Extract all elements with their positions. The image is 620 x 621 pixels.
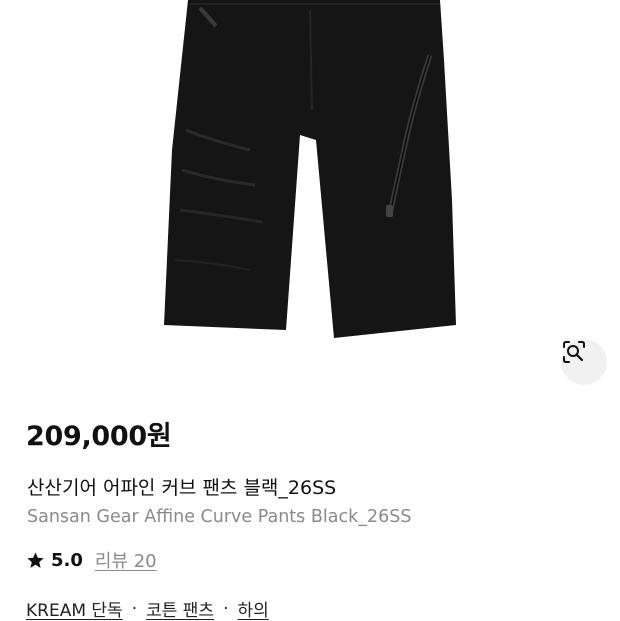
category-tags: KREAM 단독 · 코튼 팬츠 · 하의 [26, 596, 269, 621]
tag-cotton-pants[interactable]: 코튼 팬츠 [146, 596, 214, 621]
product-price: 209,000원 [26, 421, 172, 452]
product-image[interactable] [0, 0, 620, 390]
rating-row: 5.0 리뷰 20 [26, 547, 157, 573]
review-count-link[interactable]: 리뷰 20 [95, 547, 157, 573]
product-name-korean: 산산기어 어파인 커브 팬츠 블랙_26SS [27, 477, 337, 499]
product-name-english: Sansan Gear Affine Curve Pants Black_26S… [27, 507, 412, 527]
pants-illustration [164, 0, 456, 338]
tag-separator: · [223, 598, 229, 619]
tag-separator: · [131, 598, 138, 619]
tag-kream-exclusive[interactable]: KREAM 단독 [26, 596, 123, 621]
star-icon [27, 551, 44, 568]
image-search-icon [563, 341, 585, 363]
tag-bottoms[interactable]: 하의 [237, 596, 268, 621]
image-search-button[interactable] [561, 339, 607, 385]
rating-value: 5.0 [51, 549, 83, 571]
